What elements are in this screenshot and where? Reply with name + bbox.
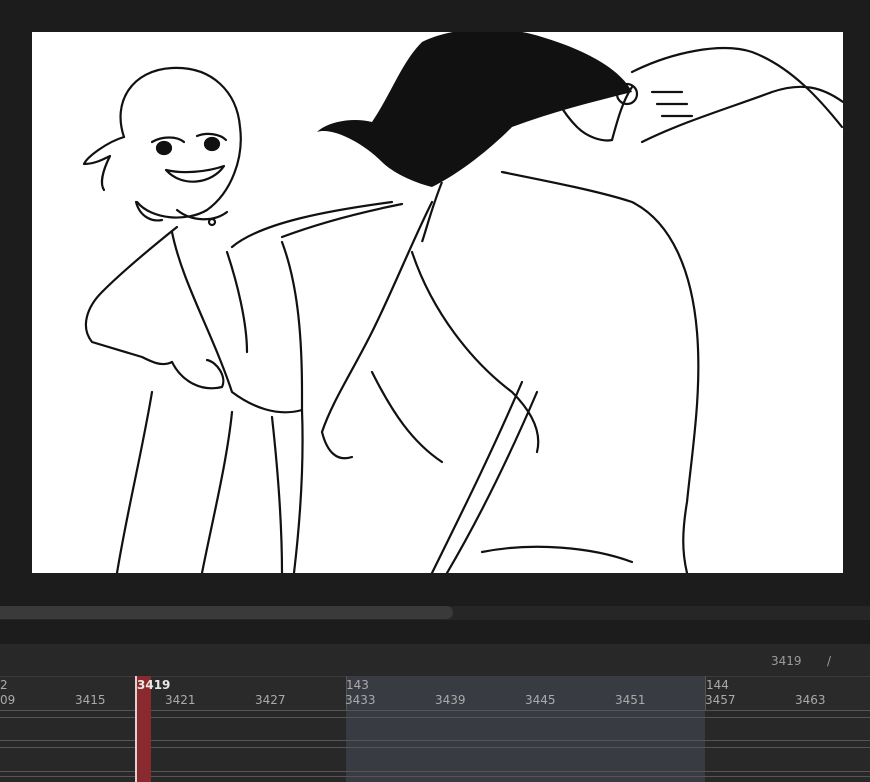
frame-label: 3439 [435, 693, 466, 707]
frame-label: 3451 [615, 693, 646, 707]
storyboard-drawing [82, 32, 843, 573]
frame-label: 3445 [525, 693, 556, 707]
horizontal-scrollbar-thumb[interactable] [0, 606, 453, 619]
frame-readout-separator: / [827, 654, 832, 668]
frame-label: 3427 [255, 693, 286, 707]
scene-marker[interactable]: 143 [346, 678, 369, 692]
track-divider [0, 717, 870, 718]
frame-label: 09 [0, 693, 16, 707]
viewport [0, 0, 870, 600]
drawing-canvas[interactable] [32, 32, 843, 573]
playhead-frame-label: 3419 [137, 678, 171, 692]
frame-label: 3433 [345, 693, 376, 707]
track-divider [0, 747, 870, 748]
frame-label: 3463 [795, 693, 826, 707]
frame-label: 3457 [705, 693, 736, 707]
track-divider [0, 771, 870, 772]
scene-marker[interactable]: 144 [706, 678, 729, 692]
selected-scene-range[interactable] [346, 676, 705, 782]
scene-marker[interactable]: 2 [0, 678, 8, 692]
current-frame-readout: 3419 [771, 654, 802, 668]
frame-label: 3421 [165, 693, 196, 707]
frame-label: 3415 [75, 693, 106, 707]
track-divider [0, 740, 870, 741]
track-divider [0, 710, 870, 711]
track-divider [0, 776, 870, 777]
